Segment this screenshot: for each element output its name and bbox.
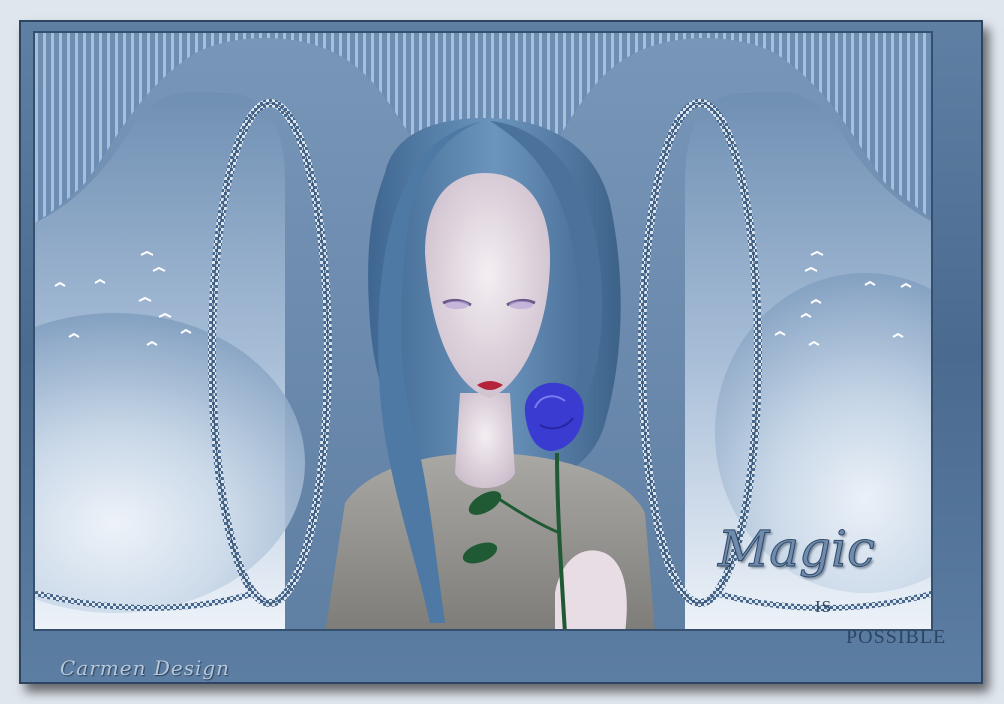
artwork-canvas: Magic IS POSSIBLE Carmen Design [0,0,1004,704]
artwork-subtitle-line2: POSSIBLE [846,626,947,648]
artwork-subtitle-line1: IS [815,597,833,616]
artist-signature: Carmen Design [60,656,231,680]
artwork-title: Magic [717,520,876,579]
